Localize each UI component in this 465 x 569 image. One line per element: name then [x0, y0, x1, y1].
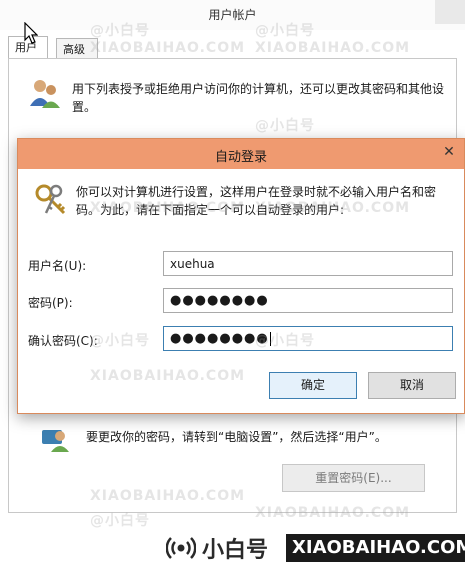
- cancel-button[interactable]: 取消: [368, 372, 456, 399]
- text-caret: [269, 331, 271, 346]
- close-icon[interactable]: ✕: [436, 141, 462, 163]
- window-title: 用户帐户: [208, 8, 257, 22]
- confirm-password-value: ●●●●●●●●: [170, 331, 269, 346]
- password-user-icon: [42, 430, 69, 452]
- broadcast-logo-icon: [166, 537, 196, 559]
- window-titlebar: 用户帐户: [0, 0, 465, 30]
- reset-password-button[interactable]: 重置密码(E)...: [282, 464, 425, 492]
- dialog-title: 自动登录: [214, 150, 267, 165]
- password-label: 密码(P):: [28, 296, 73, 310]
- dialog-titlebar: 自动登录 ✕: [18, 139, 464, 169]
- keys-icon: [35, 184, 66, 215]
- confirm-password-input[interactable]: ●●●●●●●●: [163, 326, 453, 351]
- password-input[interactable]: ●●●●●●●●: [163, 288, 453, 313]
- tab-advanced[interactable]: 高级: [56, 38, 98, 59]
- username-input[interactable]: xuehua: [163, 251, 453, 276]
- change-password-hint: 要更改你的密码，请转到“电脑设置”，然后选择“用户”。: [86, 430, 387, 444]
- brand-name-en: XIAOBAIHAO.COM: [286, 534, 465, 562]
- username-label: 用户名(U):: [28, 259, 87, 273]
- ok-button[interactable]: 确定: [269, 372, 357, 399]
- dialog-description: 你可以对计算机进行设置，这样用户在登录时就不必输入用户名和密码。为此，请在下面指…: [76, 185, 437, 217]
- window-close-button[interactable]: [435, 0, 465, 24]
- users-description: 用下列表授予或拒绝用户访问你的计算机，还可以更改其密码和其他设置。: [72, 82, 445, 114]
- auto-login-dialog: 自动登录 ✕ 你可以对计算机进行设置，这样用户在登录时就不必输入用户名和密码。为…: [17, 138, 465, 414]
- users-icon: [30, 80, 60, 108]
- mouse-cursor-icon: [24, 22, 38, 44]
- confirm-password-label: 确认密码(C):: [28, 334, 98, 348]
- brand-name-cn: 小白号: [202, 538, 269, 563]
